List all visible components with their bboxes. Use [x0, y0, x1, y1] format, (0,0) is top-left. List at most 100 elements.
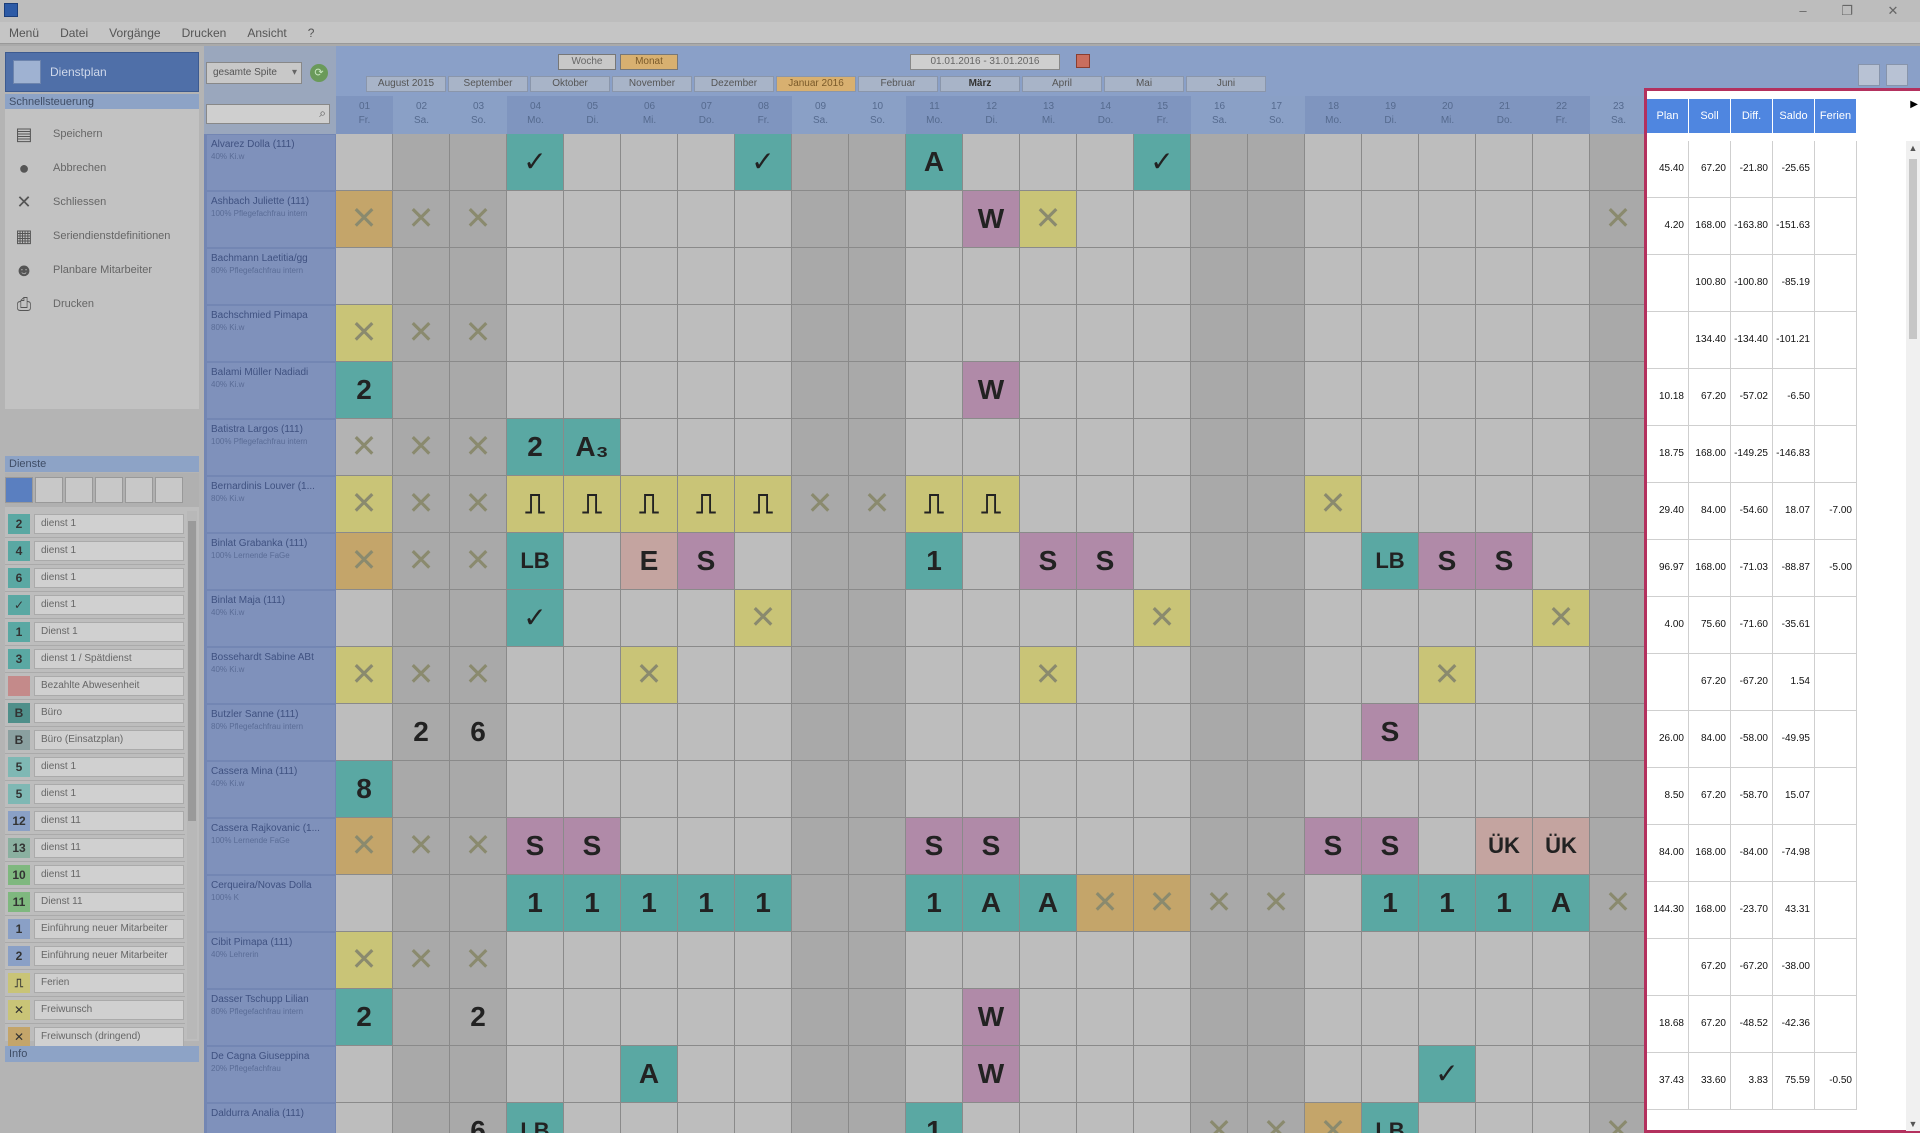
- schedule-cell[interactable]: [849, 875, 906, 932]
- schedule-cell[interactable]: 2: [450, 989, 507, 1046]
- schedule-cell[interactable]: [678, 1046, 735, 1103]
- schedule-cell[interactable]: [678, 932, 735, 989]
- schedule-cell[interactable]: [393, 590, 450, 647]
- schedule-cell[interactable]: 1: [906, 875, 963, 932]
- schedule-cell[interactable]: [1362, 248, 1419, 305]
- schedule-cell[interactable]: [792, 932, 849, 989]
- schedule-cell[interactable]: [507, 248, 564, 305]
- dienst-item[interactable]: ✓ dienst 1: [5, 592, 185, 619]
- employee-row-label[interactable]: Bernardinis Louver (1... 80% Ki.w: [207, 477, 335, 532]
- dienst-item[interactable]: Bezahlte Abwesenheit: [5, 673, 185, 700]
- month-tab[interactable]: August 2015: [366, 76, 446, 92]
- schedule-cell[interactable]: [1191, 704, 1248, 761]
- schedule-cell[interactable]: [1590, 989, 1646, 1046]
- day-column-header[interactable]: 20 Mi.: [1419, 96, 1476, 134]
- schedule-cell[interactable]: [735, 191, 792, 248]
- month-tab[interactable]: Dezember: [694, 76, 774, 92]
- schedule-cell[interactable]: ✕: [735, 590, 792, 647]
- schedule-cell[interactable]: S: [1419, 533, 1476, 590]
- schedule-cell[interactable]: [1191, 533, 1248, 590]
- schedule-cell[interactable]: [1248, 362, 1305, 419]
- schedule-cell[interactable]: [1362, 932, 1419, 989]
- schedule-cell[interactable]: ✕: [450, 932, 507, 989]
- employee-row-label[interactable]: Cerqueira/Novas Dolla 100% K: [207, 876, 335, 931]
- schedule-cell[interactable]: [1419, 248, 1476, 305]
- schedule-cell[interactable]: [678, 818, 735, 875]
- schedule-cell[interactable]: [1134, 932, 1191, 989]
- schedule-cell[interactable]: [564, 932, 621, 989]
- schedule-cell[interactable]: [621, 704, 678, 761]
- dienst-item[interactable]: 5 dienst 1: [5, 754, 185, 781]
- schedule-cell[interactable]: [1305, 647, 1362, 704]
- schedule-cell[interactable]: [1248, 248, 1305, 305]
- schedule-cell[interactable]: 1: [621, 875, 678, 932]
- schedule-cell[interactable]: ✕: [1134, 590, 1191, 647]
- schedule-cell[interactable]: [678, 134, 735, 191]
- schedule-cell[interactable]: [621, 590, 678, 647]
- schedule-cell[interactable]: LB: [1362, 533, 1419, 590]
- dienst-item[interactable]: B Büro (Einsatzplan): [5, 727, 185, 754]
- schedule-cell[interactable]: [849, 305, 906, 362]
- schedule-cell[interactable]: [792, 134, 849, 191]
- schedule-cell[interactable]: ✕: [1590, 191, 1646, 248]
- schedule-cell[interactable]: [1362, 191, 1419, 248]
- restore-button[interactable]: ❐: [1830, 1, 1864, 21]
- schedule-cell[interactable]: [1020, 1046, 1077, 1103]
- schedule-cell[interactable]: ✓: [1419, 1046, 1476, 1103]
- schedule-cell[interactable]: [564, 191, 621, 248]
- schedule-cell[interactable]: [336, 1046, 393, 1103]
- schedule-cell[interactable]: [1134, 647, 1191, 704]
- summary-header-saldo[interactable]: Saldo: [1773, 99, 1815, 133]
- employee-row-label[interactable]: Cassera Rajkovanic (1... 100% Lernende Fa…: [207, 819, 335, 874]
- schedule-cell[interactable]: [1020, 305, 1077, 362]
- schedule-cell[interactable]: ✕: [1248, 1103, 1305, 1133]
- schedule-cell[interactable]: [906, 362, 963, 419]
- schedule-cell[interactable]: [1476, 932, 1533, 989]
- schedule-cell[interactable]: ⎍: [735, 476, 792, 533]
- action-planbare mitarbeiter[interactable]: ☻ Planbare Mitarbeiter: [13, 255, 199, 285]
- schedule-cell[interactable]: [507, 191, 564, 248]
- schedule-cell[interactable]: S: [906, 818, 963, 875]
- schedule-cell[interactable]: [906, 191, 963, 248]
- schedule-cell[interactable]: [1248, 533, 1305, 590]
- schedule-cell[interactable]: [564, 590, 621, 647]
- schedule-cell[interactable]: 1: [906, 1103, 963, 1133]
- schedule-cell[interactable]: 2: [336, 362, 393, 419]
- schedule-cell[interactable]: [1305, 134, 1362, 191]
- schedule-cell[interactable]: [1077, 362, 1134, 419]
- schedule-cell[interactable]: [1020, 932, 1077, 989]
- schedule-cell[interactable]: E: [621, 533, 678, 590]
- schedule-cell[interactable]: [1305, 1046, 1362, 1103]
- schedule-cell[interactable]: [1020, 419, 1077, 476]
- schedule-cell[interactable]: ✕: [1191, 1103, 1248, 1133]
- day-column-header[interactable]: 16 Sa.: [1191, 96, 1248, 134]
- schedule-cell[interactable]: [336, 704, 393, 761]
- schedule-cell[interactable]: [1419, 932, 1476, 989]
- schedule-cell[interactable]: [1590, 533, 1646, 590]
- schedule-cell[interactable]: [564, 1046, 621, 1103]
- schedule-cell[interactable]: ✕: [393, 818, 450, 875]
- schedule-cell[interactable]: [621, 191, 678, 248]
- date-range-field[interactable]: 01.01.2016 - 31.01.2016: [910, 54, 1060, 70]
- schedule-cell[interactable]: [621, 419, 678, 476]
- schedule-cell[interactable]: [564, 362, 621, 419]
- schedule-cell[interactable]: [1248, 419, 1305, 476]
- menu-help[interactable]: ?: [299, 22, 324, 44]
- schedule-cell[interactable]: [1476, 1103, 1533, 1133]
- day-column-header[interactable]: 05 Di.: [564, 96, 621, 134]
- menu-ansicht[interactable]: Ansicht: [238, 22, 295, 44]
- schedule-cell[interactable]: [1419, 704, 1476, 761]
- schedule-cell[interactable]: [906, 761, 963, 818]
- view-monat-button[interactable]: Monat: [620, 54, 678, 70]
- schedule-cell[interactable]: [1305, 191, 1362, 248]
- schedule-cell[interactable]: [792, 191, 849, 248]
- schedule-cell[interactable]: [849, 134, 906, 191]
- schedule-cell[interactable]: ✕: [1590, 1103, 1646, 1133]
- schedule-cell[interactable]: [393, 989, 450, 1046]
- schedule-cell[interactable]: ✕: [1134, 875, 1191, 932]
- nav-title-dienstplan[interactable]: Dienstplan: [5, 52, 199, 92]
- day-column-header[interactable]: 01 Fr.: [336, 96, 393, 134]
- schedule-cell[interactable]: [963, 704, 1020, 761]
- schedule-cell[interactable]: [1191, 761, 1248, 818]
- schedule-cell[interactable]: [336, 248, 393, 305]
